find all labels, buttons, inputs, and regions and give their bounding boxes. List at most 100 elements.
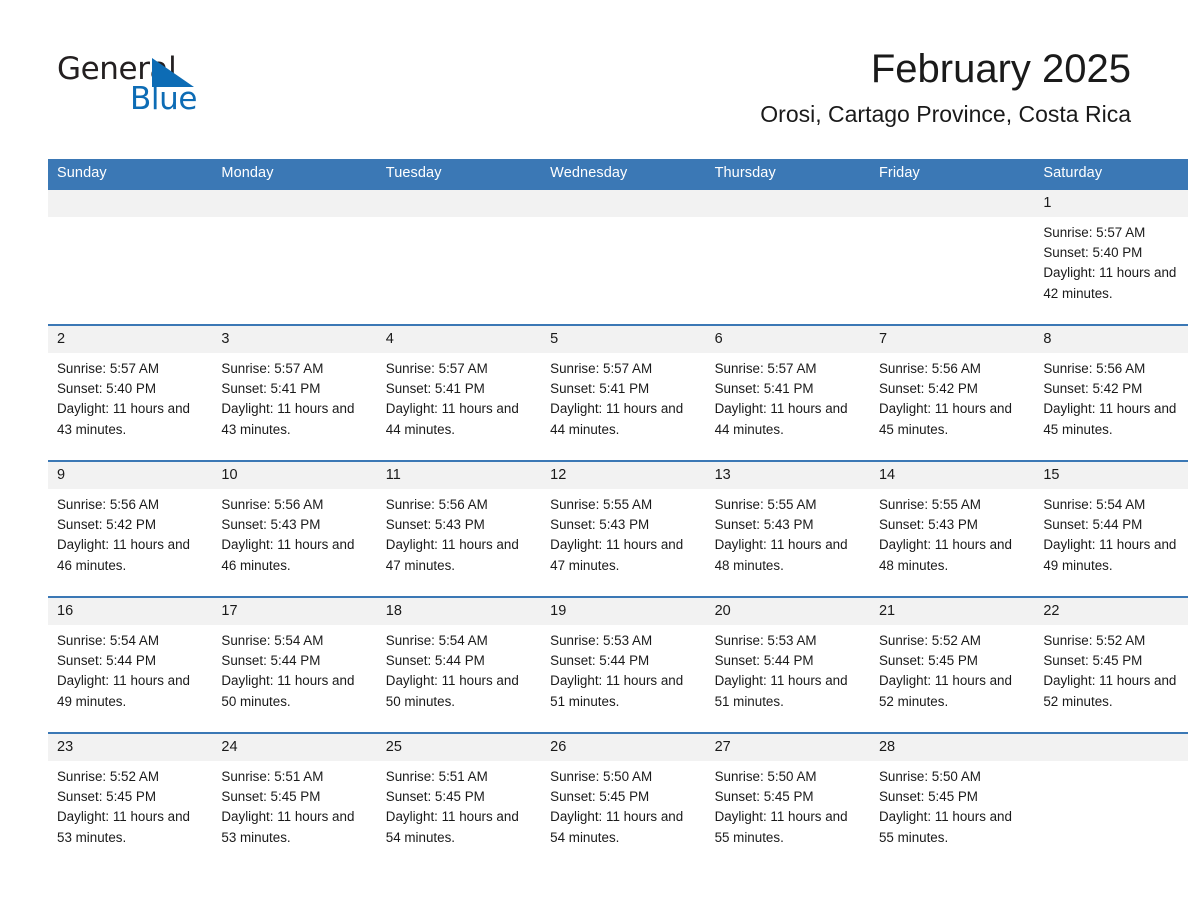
day-number xyxy=(705,190,870,217)
calendar-day-cell[interactable]: 11 Sunrise: 5:56 AM Sunset: 5:43 PM Dayligh… xyxy=(376,460,542,597)
calendar-day-cell-empty xyxy=(376,188,542,325)
sunset-text: Sunset: 5:42 PM xyxy=(57,517,156,533)
sunset-text: Sunset: 5:44 PM xyxy=(1043,517,1143,533)
calendar-day-cell[interactable]: 16 Sunrise: 5:54 AM Sunset: 5:44 PM Dayligh… xyxy=(48,596,213,733)
day-number: 21 xyxy=(869,598,1035,625)
calendar-day-cell[interactable]: 3 Sunrise: 5:57 AM Sunset: 5:41 PM Daylight… xyxy=(212,324,377,461)
daylight-text: Daylight: 11 hours and 50 minutes. xyxy=(385,673,519,709)
sunrise-text: Sunrise: 5:55 AM xyxy=(714,497,817,512)
sunset-text: Sunset: 5:44 PM xyxy=(385,653,485,669)
day-details: Sunrise: 5:56 AM Sunset: 5:42 PM Daylight:… xyxy=(870,353,1034,440)
calendar-day-cell[interactable]: 1 Sunrise: 5:57 AM Sunset: 5:40 PM Daylight… xyxy=(1034,188,1188,325)
sunrise-text: Sunrise: 5:53 AM xyxy=(714,633,817,648)
daylight-text: Daylight: 11 hours and 49 minutes. xyxy=(1043,537,1177,573)
day-details: Sunrise: 5:56 AM Sunset: 5:43 PM Daylight:… xyxy=(377,489,541,576)
day-number: 8 xyxy=(1034,326,1188,353)
sunrise-text: Sunrise: 5:51 AM xyxy=(221,769,324,784)
daylight-text: Daylight: 11 hours and 46 minutes. xyxy=(57,537,190,573)
daylight-text: Daylight: 11 hours and 52 minutes. xyxy=(878,673,1012,709)
calendar-day-cell[interactable]: 9 Sunrise: 5:56 AM Sunset: 5:42 PM Daylight… xyxy=(48,460,213,597)
calendar-day-cell[interactable]: 27 Sunrise: 5:50 AM Sunset: 5:45 PM Dayligh… xyxy=(705,732,870,868)
sunrise-text: Sunrise: 5:52 AM xyxy=(1043,633,1146,648)
sunrise-text: Sunrise: 5:57 AM xyxy=(1043,225,1146,240)
calendar-table: Sunday Monday Tuesday Wednesday Thursday… xyxy=(48,159,1188,868)
calendar-day-cell[interactable]: 17 Sunrise: 5:54 AM Sunset: 5:44 PM Dayligh… xyxy=(212,596,377,733)
calendar-day-cell[interactable]: 22 Sunrise: 5:52 AM Sunset: 5:45 PM Dayligh… xyxy=(1034,596,1188,733)
calendar-day-cell-empty xyxy=(869,188,1035,325)
calendar-day-cell[interactable]: 14 Sunrise: 5:55 AM Sunset: 5:43 PM Dayligh… xyxy=(869,460,1035,597)
sunrise-text: Sunrise: 5:52 AM xyxy=(57,769,159,784)
daylight-text: Daylight: 11 hours and 46 minutes. xyxy=(221,537,355,573)
daylight-text: Daylight: 11 hours and 52 minutes. xyxy=(1043,673,1177,709)
calendar-day-cell[interactable]: 5 Sunrise: 5:57 AM Sunset: 5:41 PM Daylight… xyxy=(541,324,706,461)
calendar-day-cell[interactable]: 12 Sunrise: 5:55 AM Sunset: 5:43 PM Dayligh… xyxy=(541,460,706,597)
day-details: Sunrise: 5:55 AM Sunset: 5:43 PM Daylight:… xyxy=(541,489,705,576)
day-number: 23 xyxy=(48,734,213,761)
calendar-day-cell[interactable]: 24 Sunrise: 5:51 AM Sunset: 5:45 PM Dayligh… xyxy=(212,732,377,868)
sunset-text: Sunset: 5:43 PM xyxy=(385,517,485,533)
day-number: 13 xyxy=(705,462,870,489)
sunset-text: Sunset: 5:44 PM xyxy=(550,653,650,669)
weekday-header-saturday: Saturday xyxy=(1034,159,1188,189)
day-details: Sunrise: 5:57 AM Sunset: 5:41 PM Daylight:… xyxy=(212,353,376,440)
sunrise-text: Sunrise: 5:56 AM xyxy=(878,361,981,376)
day-details: Sunrise: 5:57 AM Sunset: 5:41 PM Daylight:… xyxy=(377,353,541,440)
sunrise-text: Sunrise: 5:50 AM xyxy=(714,769,817,784)
weekday-header-wednesday: Wednesday xyxy=(541,159,706,189)
day-details: Sunrise: 5:53 AM Sunset: 5:44 PM Daylight:… xyxy=(541,625,705,712)
calendar-day-cell[interactable]: 21 Sunrise: 5:52 AM Sunset: 5:45 PM Dayligh… xyxy=(869,596,1035,733)
sunrise-text: Sunrise: 5:57 AM xyxy=(221,361,324,376)
day-details: Sunrise: 5:54 AM Sunset: 5:44 PM Daylight:… xyxy=(48,625,212,712)
sunrise-text: Sunrise: 5:57 AM xyxy=(714,361,817,376)
daylight-text: Daylight: 11 hours and 53 minutes. xyxy=(57,809,190,845)
sunrise-text: Sunrise: 5:50 AM xyxy=(878,769,981,784)
day-number: 28 xyxy=(869,734,1035,761)
calendar-day-cell[interactable]: 19 Sunrise: 5:53 AM Sunset: 5:44 PM Dayligh… xyxy=(541,596,706,733)
calendar-day-cell[interactable]: 8 Sunrise: 5:56 AM Sunset: 5:42 PM Daylight… xyxy=(1034,324,1188,461)
day-details: Sunrise: 5:50 AM Sunset: 5:45 PM Daylight:… xyxy=(706,761,870,848)
calendar-day-cell-empty xyxy=(1034,732,1188,868)
calendar-day-cell[interactable]: 20 Sunrise: 5:53 AM Sunset: 5:44 PM Dayligh… xyxy=(705,596,870,733)
daylight-text: Daylight: 11 hours and 48 minutes. xyxy=(878,537,1012,573)
calendar-day-cell[interactable]: 10 Sunrise: 5:56 AM Sunset: 5:43 PM Dayligh… xyxy=(212,460,377,597)
sunrise-text: Sunrise: 5:54 AM xyxy=(221,633,324,648)
daylight-text: Daylight: 11 hours and 51 minutes. xyxy=(550,673,684,709)
calendar-day-cell[interactable]: 18 Sunrise: 5:54 AM Sunset: 5:44 PM Dayligh… xyxy=(376,596,542,733)
day-number: 24 xyxy=(212,734,377,761)
day-number: 7 xyxy=(869,326,1035,353)
day-details: Sunrise: 5:50 AM Sunset: 5:45 PM Daylight:… xyxy=(870,761,1034,848)
daylight-text: Daylight: 11 hours and 54 minutes. xyxy=(550,809,684,845)
calendar-day-cell[interactable]: 7 Sunrise: 5:56 AM Sunset: 5:42 PM Daylight… xyxy=(869,324,1035,461)
calendar-day-cell[interactable]: 2 Sunrise: 5:57 AM Sunset: 5:40 PM Daylight… xyxy=(48,324,213,461)
sunrise-text: Sunrise: 5:57 AM xyxy=(57,361,159,376)
sunset-text: Sunset: 5:44 PM xyxy=(714,653,814,669)
calendar-day-cell[interactable]: 23 Sunrise: 5:52 AM Sunset: 5:45 PM Dayligh… xyxy=(48,732,213,868)
sunset-text: Sunset: 5:45 PM xyxy=(878,789,978,805)
day-number: 27 xyxy=(705,734,870,761)
calendar-day-cell[interactable]: 13 Sunrise: 5:55 AM Sunset: 5:43 PM Dayligh… xyxy=(705,460,870,597)
day-details: Sunrise: 5:57 AM Sunset: 5:41 PM Daylight:… xyxy=(706,353,870,440)
calendar-week-row: 2 Sunrise: 5:57 AM Sunset: 5:40 PM Daylight… xyxy=(48,324,1188,461)
sunset-text: Sunset: 5:45 PM xyxy=(57,789,156,805)
calendar-day-cell[interactable]: 6 Sunrise: 5:57 AM Sunset: 5:41 PM Daylight… xyxy=(705,324,870,461)
daylight-text: Daylight: 11 hours and 44 minutes. xyxy=(550,401,684,437)
calendar-day-cell[interactable]: 4 Sunrise: 5:57 AM Sunset: 5:41 PM Daylight… xyxy=(376,324,542,461)
calendar-day-cell[interactable]: 28 Sunrise: 5:50 AM Sunset: 5:45 PM Dayligh… xyxy=(869,732,1035,868)
sunset-text: Sunset: 5:41 PM xyxy=(714,381,814,397)
calendar-day-cell[interactable]: 25 Sunrise: 5:51 AM Sunset: 5:45 PM Dayligh… xyxy=(376,732,542,868)
calendar-day-cell-empty xyxy=(212,188,377,325)
calendar-day-cell[interactable]: 15 Sunrise: 5:54 AM Sunset: 5:44 PM Dayligh… xyxy=(1034,460,1188,597)
sunrise-text: Sunrise: 5:52 AM xyxy=(878,633,981,648)
day-details: Sunrise: 5:56 AM Sunset: 5:43 PM Daylight:… xyxy=(212,489,376,576)
calendar-day-cell[interactable]: 26 Sunrise: 5:50 AM Sunset: 5:45 PM Dayligh… xyxy=(541,732,706,868)
day-number: 5 xyxy=(541,326,706,353)
day-details: Sunrise: 5:52 AM Sunset: 5:45 PM Daylight:… xyxy=(1034,625,1188,712)
sunrise-text: Sunrise: 5:51 AM xyxy=(385,769,488,784)
calendar-week-row: 23 Sunrise: 5:52 AM Sunset: 5:45 PM Dayligh… xyxy=(48,732,1188,868)
daylight-text: Daylight: 11 hours and 55 minutes. xyxy=(714,809,848,845)
sunset-text: Sunset: 5:40 PM xyxy=(1043,245,1143,261)
sunrise-text: Sunrise: 5:53 AM xyxy=(550,633,653,648)
daylight-text: Daylight: 11 hours and 43 minutes. xyxy=(221,401,355,437)
day-number: 15 xyxy=(1034,462,1188,489)
day-number: 14 xyxy=(869,462,1035,489)
